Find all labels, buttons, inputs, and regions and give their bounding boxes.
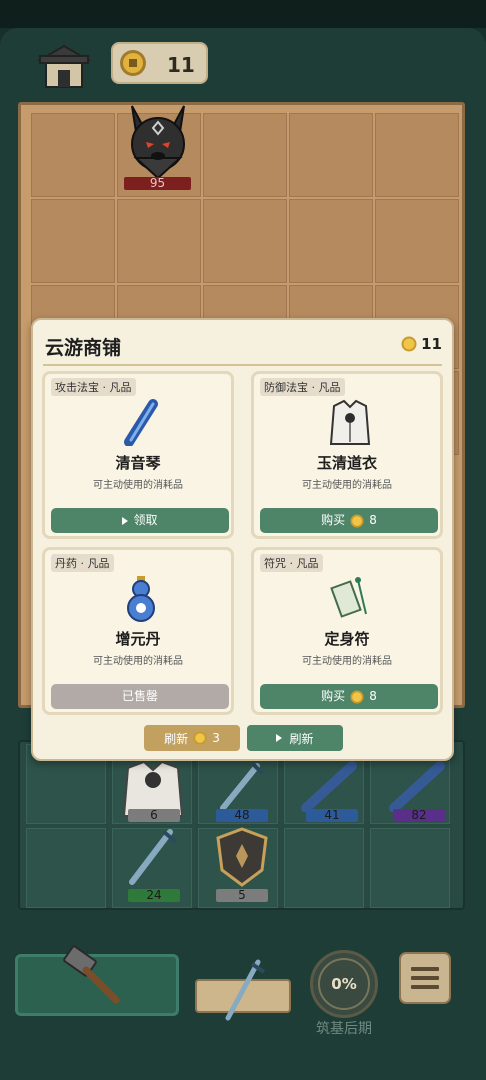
flute-icon[interactable] bbox=[300, 760, 360, 812]
item-description: 可主动使用的消耗品 bbox=[93, 656, 183, 667]
buy-button[interactable]: 购买 8 bbox=[260, 508, 438, 533]
shop-dialog: 云游商铺 11 攻击法宝 · 凡品 清音琴 可主动使用的消耗品 领取 防御法宝 … bbox=[31, 318, 454, 761]
flute-icon[interactable] bbox=[388, 760, 448, 812]
item-name: 清音琴 bbox=[115, 454, 161, 472]
item-name: 定身符 bbox=[324, 630, 370, 648]
shield-icon[interactable] bbox=[214, 826, 270, 888]
talisman-icon bbox=[330, 577, 367, 618]
item-category-tag: 符咒 · 凡品 bbox=[260, 554, 323, 572]
item-level-badge: 48 bbox=[216, 809, 268, 822]
item-price: 8 bbox=[369, 513, 377, 527]
claim-button[interactable]: 领取 bbox=[51, 508, 229, 533]
item-level-badge: 41 bbox=[306, 809, 358, 822]
flute-icon bbox=[124, 399, 158, 446]
divider bbox=[43, 364, 442, 366]
item-description: 可主动使用的消耗品 bbox=[302, 480, 392, 491]
hammer-icon bbox=[63, 945, 120, 1004]
item-level-badge: 5 bbox=[216, 889, 268, 902]
shop-item-card: 防御法宝 · 凡品 玉清道衣 可主动使用的消耗品 购买 8 bbox=[251, 371, 443, 539]
board-cell[interactable] bbox=[375, 113, 459, 197]
bag-cell[interactable] bbox=[370, 828, 450, 908]
play-ad-icon bbox=[276, 734, 283, 742]
menu-button[interactable] bbox=[399, 952, 451, 1004]
home-button[interactable] bbox=[36, 42, 92, 90]
board-cell[interactable] bbox=[31, 113, 115, 197]
refresh-price: 3 bbox=[212, 731, 220, 745]
shop-coin-value: 11 bbox=[421, 335, 442, 353]
item-name: 玉清道衣 bbox=[316, 454, 377, 472]
shop-item-card: 符咒 · 凡品 定身符 可主动使用的消耗品 购买 8 bbox=[251, 547, 443, 715]
board-cell[interactable] bbox=[289, 199, 373, 283]
coin-value: 11 bbox=[167, 53, 195, 77]
cultivation-stage-label: 筑基后期 bbox=[316, 1021, 372, 1037]
top-band bbox=[0, 0, 486, 28]
board-cell[interactable] bbox=[203, 199, 287, 283]
bag-cell[interactable] bbox=[284, 828, 364, 908]
coin-icon bbox=[401, 336, 417, 352]
item-level-badge: 6 bbox=[128, 809, 180, 822]
board-cell[interactable] bbox=[203, 113, 287, 197]
sword-icon[interactable] bbox=[215, 760, 271, 812]
item-level-badge: 82 bbox=[393, 809, 445, 822]
play-ad-icon bbox=[122, 516, 129, 525]
shop-coin-counter: 11 bbox=[401, 335, 442, 353]
coin-counter: 11 bbox=[111, 42, 208, 84]
item-price: 8 bbox=[369, 689, 377, 703]
bag-cell[interactable] bbox=[26, 828, 106, 908]
refresh-paid-button[interactable]: 刷新 3 bbox=[144, 725, 240, 751]
item-name: 增元丹 bbox=[115, 630, 161, 648]
item-category-tag: 丹药 · 凡品 bbox=[51, 554, 114, 572]
item-category-tag: 防御法宝 · 凡品 bbox=[260, 378, 345, 396]
gourd-icon bbox=[127, 576, 155, 622]
cultivation-progress[interactable]: 0% bbox=[310, 950, 378, 1018]
sword-icon[interactable] bbox=[124, 826, 180, 886]
shop-item-card: 丹药 · 凡品 增元丹 可主动使用的消耗品 已售罄 bbox=[42, 547, 234, 715]
coin-icon bbox=[350, 689, 364, 704]
board-cell[interactable] bbox=[31, 199, 115, 283]
board-cell[interactable] bbox=[375, 199, 459, 283]
item-category-tag: 攻击法宝 · 凡品 bbox=[51, 378, 136, 396]
shop-title: 云游商铺 bbox=[45, 337, 122, 359]
coin-icon bbox=[350, 513, 364, 528]
item-description: 可主动使用的消耗品 bbox=[93, 480, 183, 491]
sword-icon bbox=[225, 959, 266, 1021]
enemy-hp-bar: 95 bbox=[124, 177, 191, 190]
shop-item-card: 攻击法宝 · 凡品 清音琴 可主动使用的消耗品 领取 bbox=[42, 371, 234, 539]
item-description: 可主动使用的消耗品 bbox=[302, 656, 392, 667]
coin-icon bbox=[120, 50, 146, 76]
buy-button[interactable]: 购买 8 bbox=[260, 684, 438, 709]
item-level-badge: 24 bbox=[128, 889, 180, 902]
house-icon bbox=[36, 44, 92, 88]
coin-icon bbox=[193, 731, 207, 745]
sold-out-button: 已售罄 bbox=[51, 684, 229, 709]
board-cell[interactable] bbox=[289, 113, 373, 197]
robe-icon bbox=[329, 399, 371, 445]
board-cell[interactable] bbox=[117, 199, 201, 283]
refresh-ad-button[interactable]: 刷新 bbox=[247, 725, 343, 751]
black-wolf-icon[interactable] bbox=[122, 102, 194, 180]
